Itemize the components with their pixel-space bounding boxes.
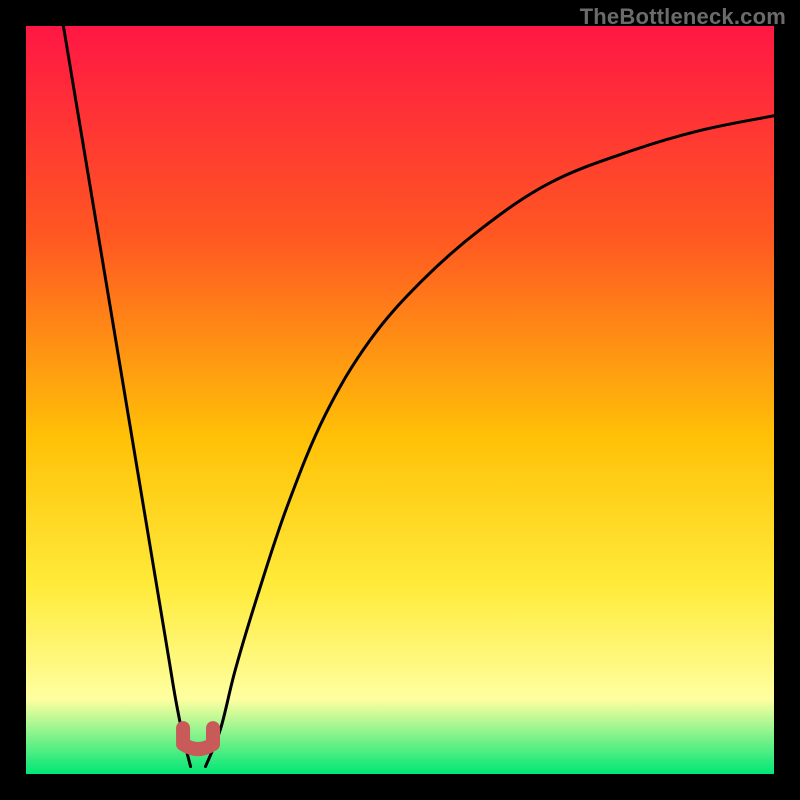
gradient-background [26,26,774,774]
bottleneck-chart [26,26,774,774]
outer-frame: TheBottleneck.com [0,0,800,800]
plot-area [26,26,774,774]
